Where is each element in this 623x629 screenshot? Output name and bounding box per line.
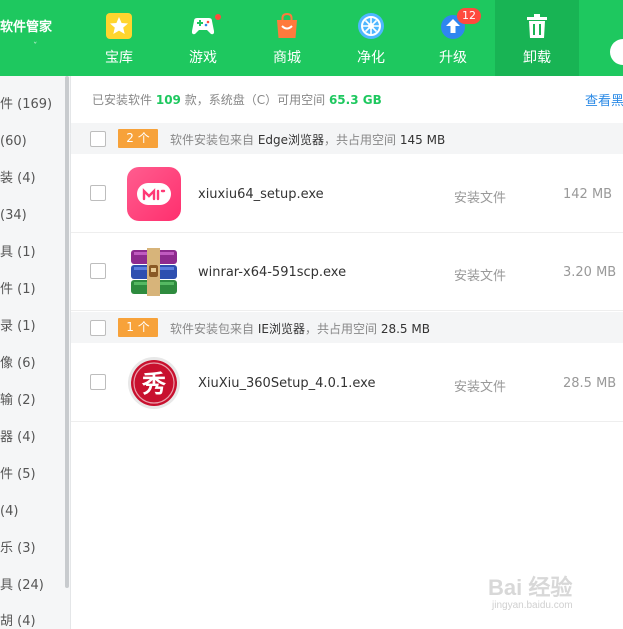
main-panel: 已安装软件 109 款，系统盘（C）可用空间 65.3 GB 查看黑 2 个 软… (71, 76, 623, 629)
sidebar-item[interactable]: 件 (5) (0, 457, 62, 493)
sidebar-item[interactable]: 乐 (3) (0, 531, 62, 567)
sidebar-item[interactable]: 器 (4) (0, 420, 62, 456)
sidebar-item[interactable]: (34) (0, 198, 62, 234)
file-size: 28.5 MB (563, 376, 617, 391)
category-sidebar: 件 (169) (60) 装 (4) (34) 具 (1) 件 (1) 录 (1… (0, 76, 71, 629)
trash-icon (527, 14, 547, 38)
file-row[interactable]: winrar-x64-591scp.exe 安装文件 3.20 MB (71, 233, 623, 311)
nav-label: 卸载 (523, 50, 551, 66)
file-type: 安装文件 (454, 380, 507, 395)
watermark-url: jingyan.baidu.com (492, 600, 573, 611)
baidu-watermark: Bai 经验 jingyan.baidu.com (474, 568, 614, 618)
summary-mid: 款，系统盘（C）可用空间 (184, 93, 326, 107)
sidebar-item[interactable]: 具 (1) (0, 235, 62, 271)
sidebar-item[interactable]: 胡 (4) (0, 604, 62, 629)
winrar-books-icon (131, 248, 177, 296)
gamepad-icon (191, 18, 215, 35)
meitu-app-icon (127, 167, 181, 221)
file-row[interactable]: xiuxiu64_setup.exe 安装文件 142 MB (71, 155, 623, 233)
file-name: xiuxiu64_setup.exe (198, 187, 324, 202)
xiu-app-icon: 秀 (128, 357, 180, 409)
nav-label: 宝库 (105, 50, 133, 66)
shopping-bag-icon (277, 12, 297, 38)
nav-label: 商城 (273, 50, 301, 66)
top-nav-bar: 软件管家 ˇ 宝库 游戏 商城 净化 12 升级 卸载 (0, 0, 623, 76)
sidebar-item[interactable]: 件 (1) (0, 272, 62, 308)
svg-text:秀: 秀 (141, 370, 166, 398)
nav-item-store[interactable]: 商城 (245, 0, 329, 76)
file-checkbox[interactable] (90, 185, 106, 201)
group-count-badge: 2 个 (118, 129, 158, 148)
app-brand-title: 软件管家 (0, 20, 53, 35)
group-checkbox[interactable] (90, 320, 106, 336)
free-space: 65.3 GB (328, 93, 382, 107)
nav-item-uninstall[interactable]: 卸载 (495, 0, 579, 76)
sidebar-item[interactable]: 具 (24) (0, 568, 62, 604)
installed-count: 109 (155, 93, 181, 107)
nav-item-upgrade[interactable]: 12 升级 (411, 0, 495, 76)
sidebar-item[interactable]: 像 (6) (0, 346, 62, 382)
file-row[interactable]: 秀 XiuXiu_360Setup_4.0.1.exe 安装文件 28.5 MB (71, 344, 623, 422)
group-description: 软件安装包来自 IE浏览器，共占用空间 28.5 MB (170, 322, 430, 336)
file-size: 3.20 MB (563, 265, 617, 280)
view-link[interactable]: 查看黑 (585, 90, 623, 109)
package-group-header: 1 个 软件安装包来自 IE浏览器，共占用空间 28.5 MB (71, 312, 623, 343)
nav-item-games[interactable]: 游戏 (161, 0, 245, 76)
sidebar-scrollbar[interactable] (65, 76, 69, 588)
install-summary: 已安装软件 109 款，系统盘（C）可用空间 65.3 GB (92, 91, 382, 108)
nav-item-purify[interactable]: 净化 (329, 0, 413, 76)
nav-label: 净化 (357, 50, 385, 66)
file-name: XiuXiu_360Setup_4.0.1.exe (198, 376, 376, 391)
sidebar-item[interactable]: 录 (1) (0, 309, 62, 345)
nav-item-treasury[interactable]: 宝库 (77, 0, 161, 76)
nav-notification-dot (215, 14, 221, 20)
group-count-badge: 1 个 (118, 318, 158, 337)
star-icon (106, 13, 132, 39)
nav-label: 升级 (439, 50, 467, 66)
sidebar-item[interactable]: (4) (0, 494, 62, 530)
watermark-text: Bai 经验 (488, 575, 573, 600)
summary-prefix: 已安装软件 (92, 93, 153, 107)
brand-dropdown-icon[interactable]: ˇ (33, 42, 38, 52)
purify-icon (358, 13, 384, 39)
settings-toggle[interactable] (610, 39, 623, 65)
sidebar-item[interactable]: 装 (4) (0, 161, 62, 197)
sidebar-item[interactable]: 输 (2) (0, 383, 62, 419)
package-group-header: 2 个 软件安装包来自 Edge浏览器，共占用空间 145 MB (71, 123, 623, 154)
file-type: 安装文件 (454, 191, 507, 206)
file-type: 安装文件 (454, 269, 507, 284)
sidebar-item[interactable]: (60) (0, 124, 62, 160)
group-description: 软件安装包来自 Edge浏览器，共占用空间 145 MB (170, 133, 446, 147)
group-checkbox[interactable] (90, 131, 106, 147)
file-checkbox[interactable] (90, 263, 106, 279)
file-checkbox[interactable] (90, 374, 106, 390)
upgrade-count-badge: 12 (457, 8, 481, 24)
nav-label: 游戏 (189, 50, 217, 66)
sidebar-item[interactable]: 件 (169) (0, 87, 62, 123)
file-size: 142 MB (563, 187, 613, 202)
file-name: winrar-x64-591scp.exe (198, 265, 347, 280)
